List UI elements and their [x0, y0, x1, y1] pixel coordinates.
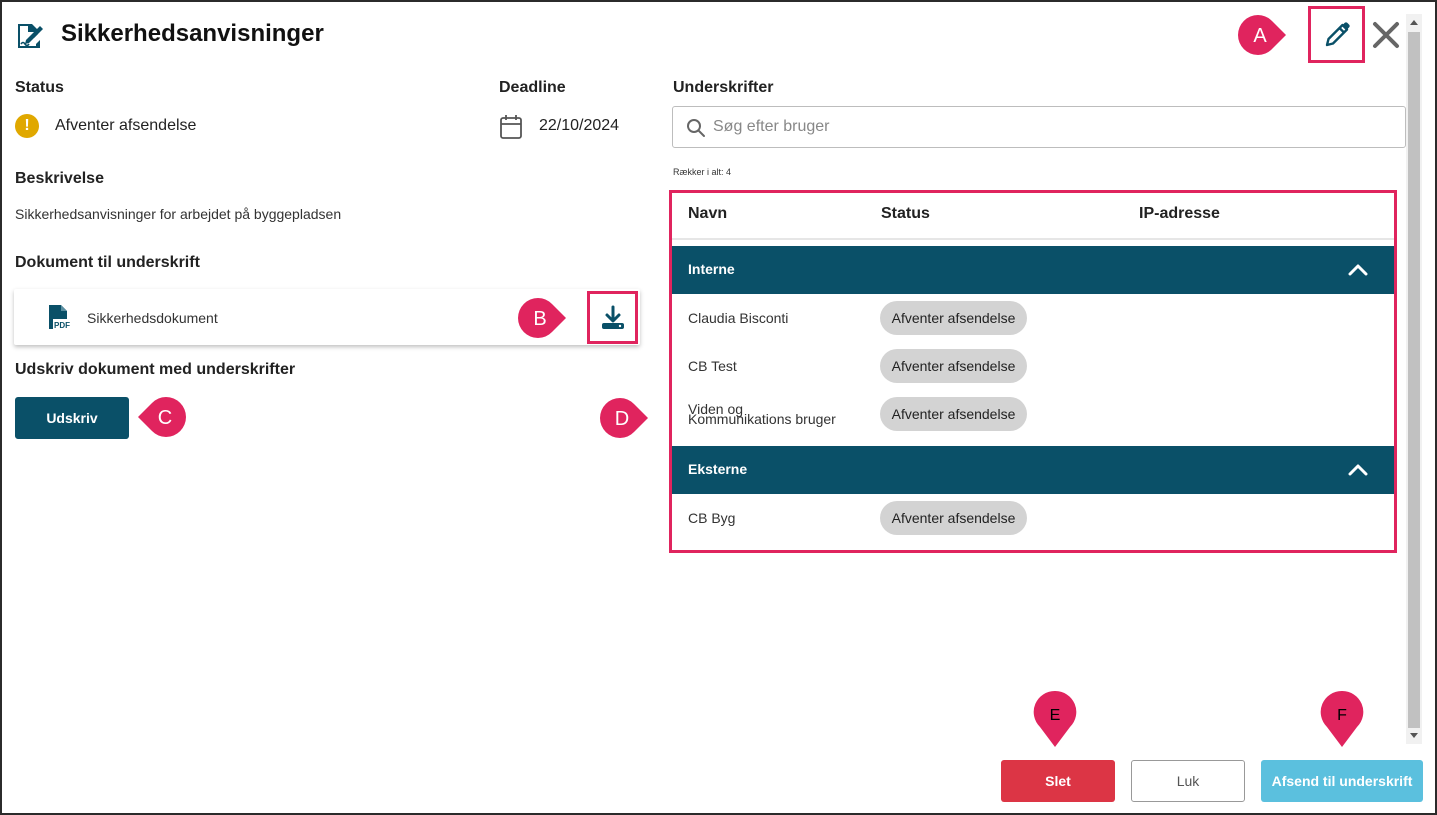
svg-text:C: C [158, 407, 172, 429]
delete-button[interactable]: Slet [1001, 760, 1115, 802]
table-row-name: CB Test [688, 358, 737, 374]
table-header-divider [672, 238, 1394, 240]
scrollbar-thumb[interactable] [1408, 32, 1420, 728]
signatures-table [669, 190, 1397, 553]
deadline-label: Deadline [499, 79, 566, 96]
warning-icon: ! [15, 114, 39, 138]
group-header-interne[interactable]: Interne [672, 246, 1394, 294]
document-name[interactable]: Sikkerhedsdokument [87, 310, 218, 326]
print-button[interactable]: Udskriv [15, 397, 129, 439]
close-button[interactable] [1370, 18, 1402, 52]
status-badge: Afventer afsendelse [880, 349, 1027, 383]
scroll-down-arrow[interactable] [1410, 733, 1418, 738]
chevron-up-icon [1348, 464, 1368, 476]
column-header-status[interactable]: Status [881, 205, 930, 223]
search-icon [687, 119, 705, 137]
description-label: Beskrivelse [15, 170, 104, 187]
column-header-name[interactable]: Navn [688, 205, 727, 223]
send-for-signature-button[interactable]: Afsend til underskrift [1261, 760, 1423, 802]
svg-text:F: F [1337, 707, 1347, 724]
group-label: Eksterne [688, 461, 748, 477]
callout-f: F [1320, 690, 1364, 747]
pencil-icon [1325, 21, 1350, 46]
callout-d: D [600, 398, 648, 438]
svg-text:E: E [1050, 707, 1061, 724]
signatures-label: Underskrifter [673, 79, 774, 96]
table-row-name: CB Byg [688, 510, 736, 526]
edit-button[interactable] [1308, 6, 1365, 63]
status-badge: Afventer afsendelse [880, 301, 1027, 335]
signature-document-icon [18, 24, 43, 48]
document-label: Dokument til underskrift [15, 254, 200, 271]
svg-text:D: D [615, 408, 629, 430]
callout-b: B [518, 298, 566, 338]
download-icon [601, 305, 624, 329]
scroll-up-arrow[interactable] [1410, 20, 1418, 25]
status-badge: Afventer afsendelse [880, 501, 1027, 535]
user-search-field[interactable] [672, 106, 1406, 148]
status-badge: Afventer afsendelse [880, 397, 1027, 431]
svg-text:PDF: PDF [54, 321, 70, 330]
svg-text:A: A [1253, 25, 1267, 47]
print-label: Udskriv dokument med underskrifter [15, 361, 296, 378]
table-row-name-line2: Kommunikations bruger [688, 411, 836, 427]
calendar-icon [500, 115, 522, 139]
search-input[interactable] [713, 107, 1393, 147]
callout-c: C [138, 397, 186, 437]
status-value: Afventer afsendelse [55, 117, 197, 134]
callout-a: A [1238, 15, 1286, 55]
dialog-title: Sikkerhedsanvisninger [61, 20, 324, 47]
close-dialog-button[interactable]: Luk [1131, 760, 1245, 802]
pdf-icon: PDF [49, 305, 72, 330]
row-count: Rækker i alt: 4 [673, 167, 732, 177]
group-header-eksterne[interactable]: Eksterne [672, 446, 1394, 494]
chevron-up-icon [1348, 264, 1368, 276]
callout-e: E [1033, 690, 1077, 747]
table-row-name: Claudia Bisconti [688, 310, 789, 326]
group-label: Interne [688, 261, 735, 277]
description-value: Sikkerhedsanvisninger for arbejdet på by… [15, 206, 342, 222]
status-label: Status [15, 79, 64, 96]
svg-text:B: B [533, 308, 546, 330]
column-header-ip[interactable]: IP-adresse [1139, 205, 1220, 223]
download-button[interactable] [587, 291, 638, 344]
vertical-scrollbar[interactable] [1406, 14, 1422, 744]
deadline-value: 22/10/2024 [539, 117, 620, 134]
close-icon [1373, 22, 1399, 48]
